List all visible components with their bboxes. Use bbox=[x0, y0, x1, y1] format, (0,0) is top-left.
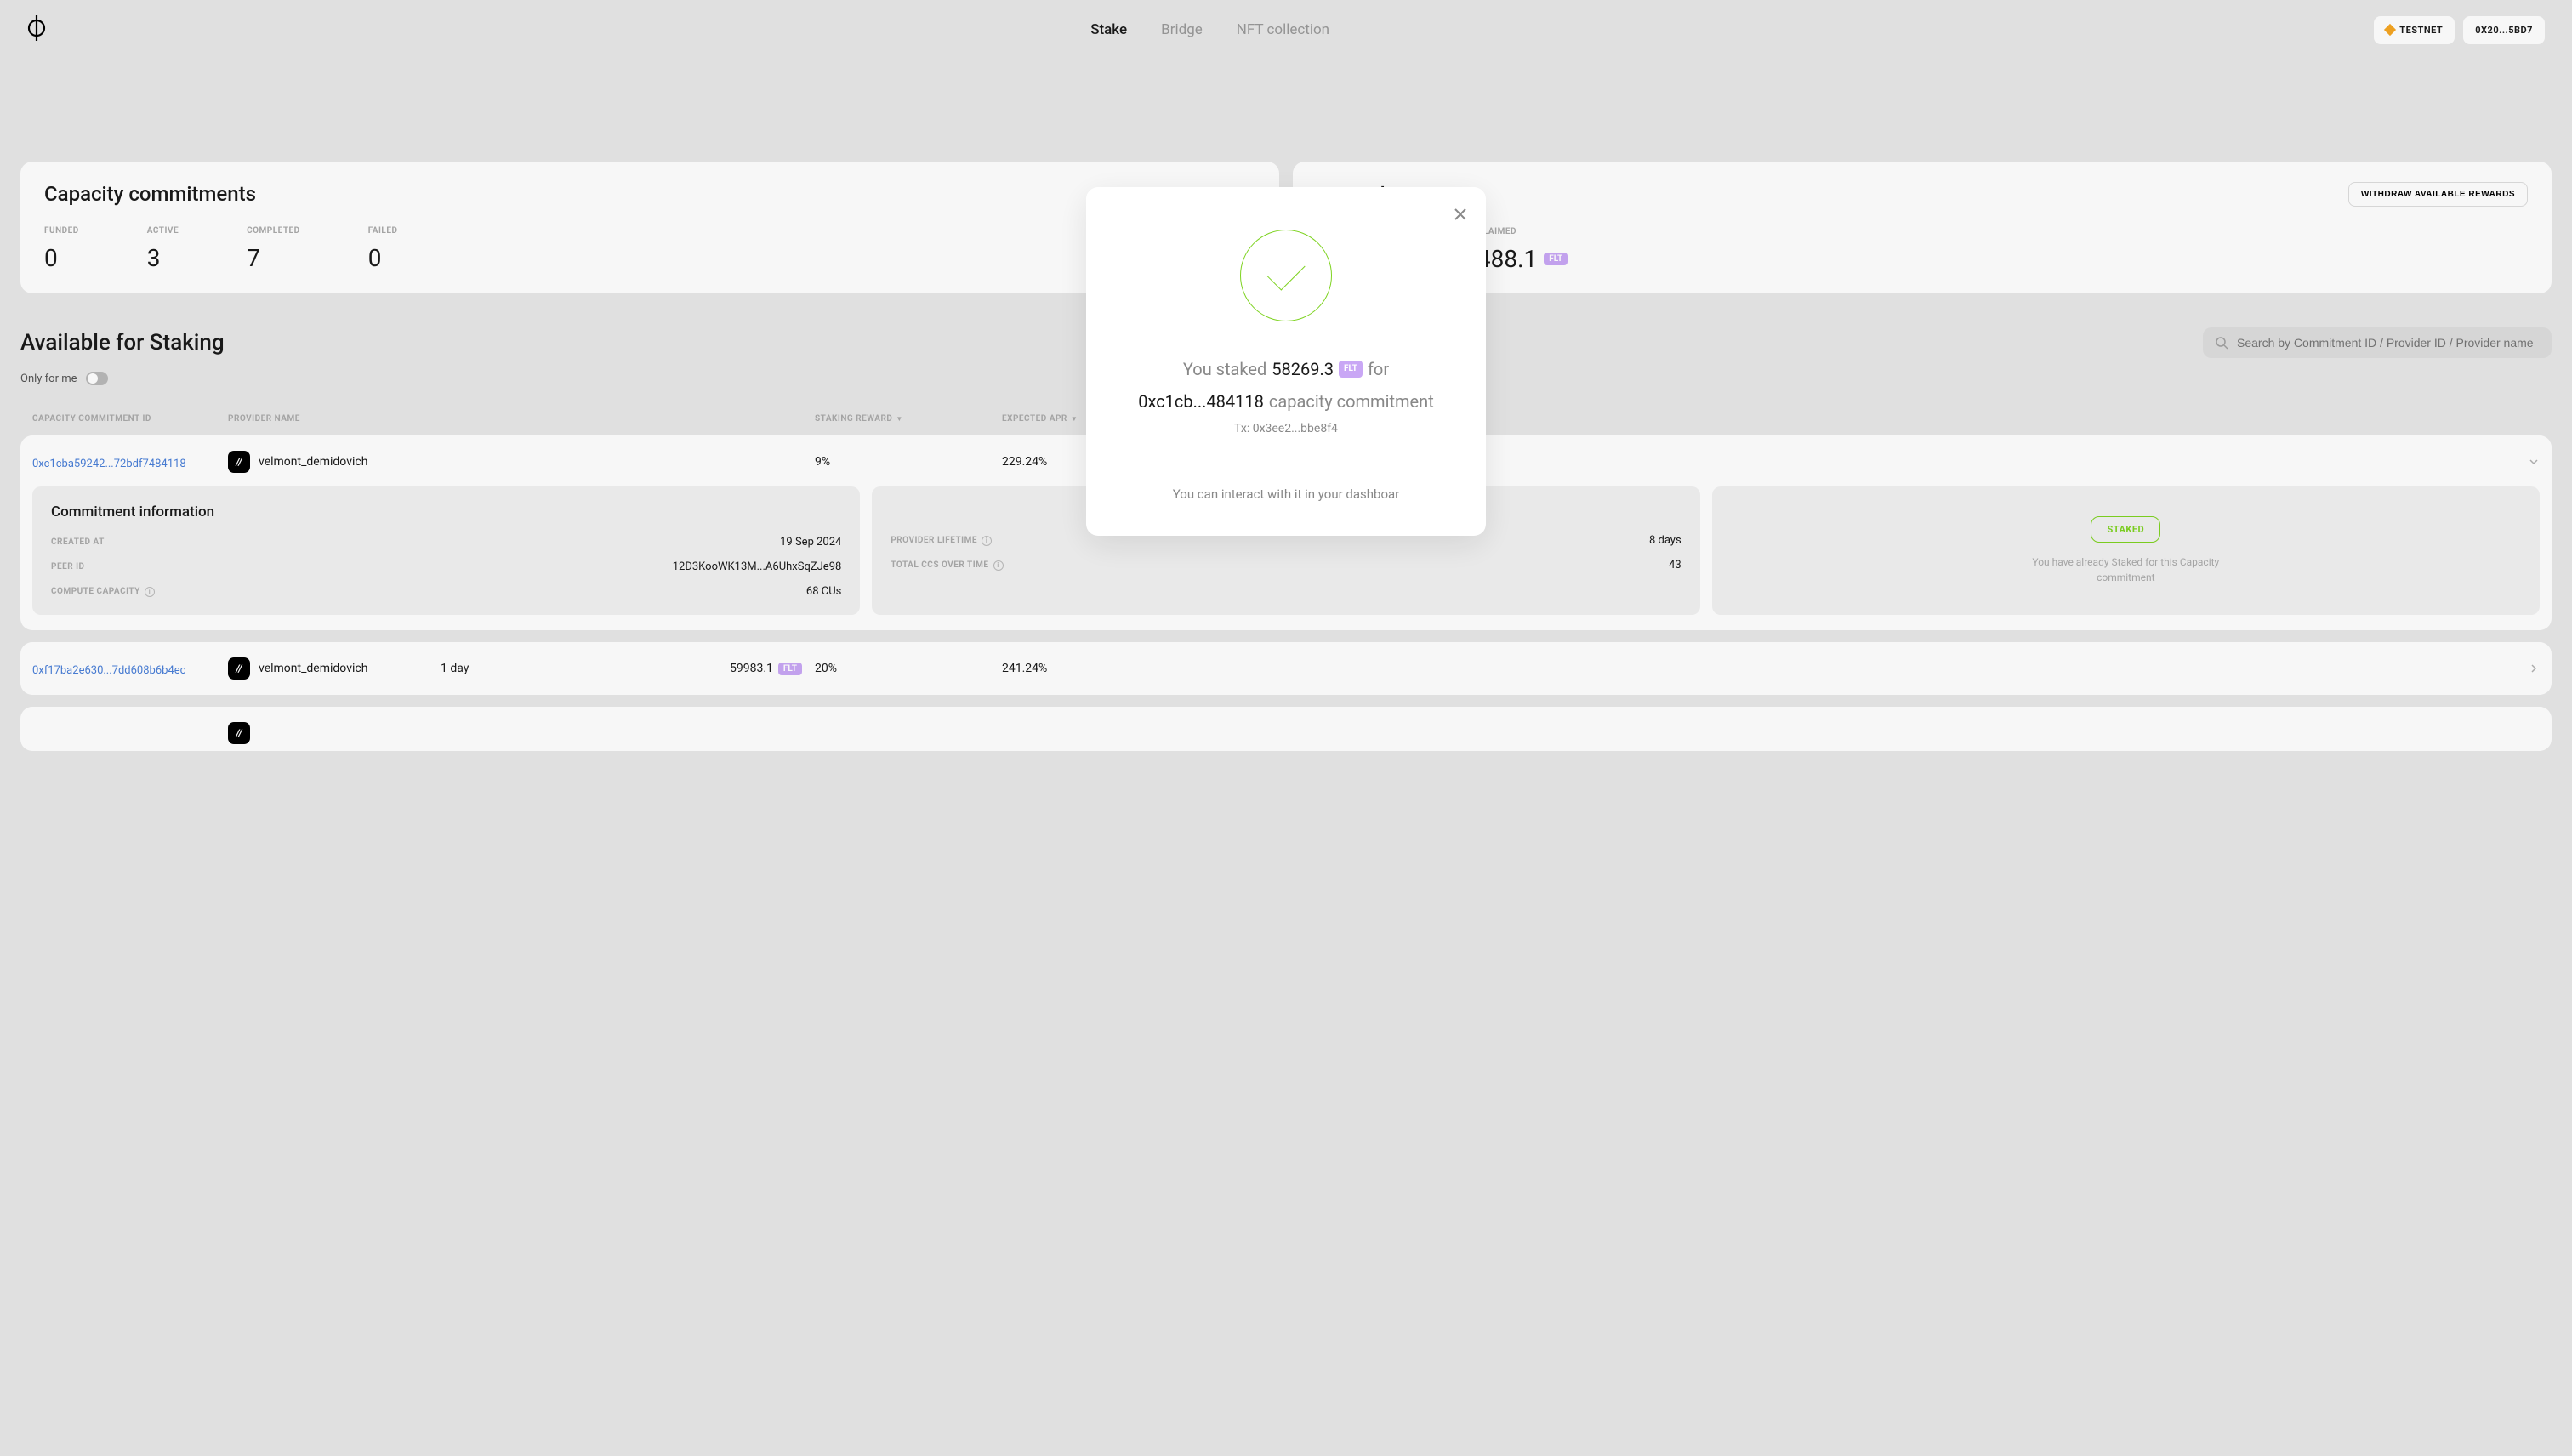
tx-line: Tx: 0x3ee2...bbe8f4 bbox=[1112, 422, 1460, 435]
modal-hint: You can interact with it in your dashboa… bbox=[1112, 486, 1460, 502]
success-modal: You staked 58269.3 FLT for 0xc1cb...4841… bbox=[1086, 187, 1486, 536]
modal-overlay[interactable]: You staked 58269.3 FLT for 0xc1cb...4841… bbox=[0, 0, 2572, 1456]
modal-message: You staked 58269.3 FLT for 0xc1cb...4841… bbox=[1112, 355, 1460, 415]
success-check-icon bbox=[1240, 230, 1332, 321]
flt-badge: FLT bbox=[1339, 361, 1363, 378]
close-button[interactable] bbox=[1454, 204, 1467, 226]
close-icon bbox=[1454, 208, 1467, 221]
